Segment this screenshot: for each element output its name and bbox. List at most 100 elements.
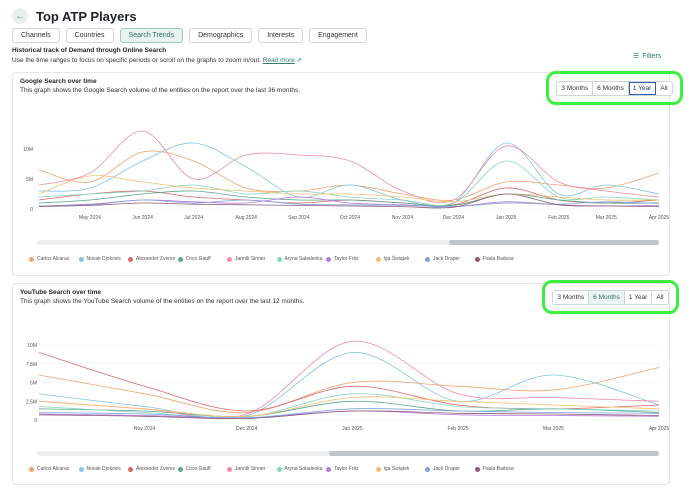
google-legend-carlos-alcaraz[interactable]: Carlos Alcaraz xyxy=(29,256,79,262)
legend-label: Paula Badosa xyxy=(482,466,514,472)
google-search-chart[interactable]: 0 5M 10M May 2024 Jun 2024 Jul 2024 Aug 2024 Se… xyxy=(13,73,671,239)
legend-label: Iga Świątek xyxy=(383,466,410,472)
youtube-search-chart[interactable]: 0 2.5M 5M 7.5M 10M Nov 2024 Dec 2024 Jan 2025 Fe… xyxy=(13,284,671,450)
youtube-series-jack-draper[interactable] xyxy=(38,408,660,419)
youtube-legend-iga-s-wia-tek[interactable]: Iga Świątek xyxy=(375,466,426,472)
google-series-carlos-alcaraz[interactable] xyxy=(38,150,660,201)
google-series-iga-s-wia-tek[interactable] xyxy=(38,175,660,203)
google-chart-scrollbar[interactable] xyxy=(37,240,659,245)
youtube-legend-jannik-sinner[interactable]: Jannik Sinner xyxy=(227,466,277,472)
google-legend-jannik-sinner[interactable]: Jannik Sinner xyxy=(227,256,277,262)
section-description-text: Use the time ranges to focus on specific… xyxy=(12,57,261,64)
x-tick-label: Dec 2024 xyxy=(443,215,465,221)
youtube-legend-carlos-alcaraz[interactable]: Carlos Alcaraz xyxy=(29,466,79,472)
legend-dot xyxy=(326,256,331,262)
legend-dot xyxy=(425,466,430,472)
legend-dot xyxy=(177,466,183,472)
youtube-scroll-thumb[interactable] xyxy=(329,451,659,456)
y-tick-label: 5M xyxy=(26,177,33,183)
legend-dot xyxy=(425,256,430,262)
youtube-legend-coco-gauff[interactable]: Coco Gauff xyxy=(177,466,228,472)
y-tick-label: 10M xyxy=(23,147,33,153)
y-tick-label: 7.5M xyxy=(26,362,37,368)
google-legend-novak-djokovic[interactable]: Novak Djokovic xyxy=(78,256,129,262)
legend-dot xyxy=(128,466,133,472)
youtube-series-alexander-zverev[interactable] xyxy=(38,352,660,412)
google-legend-aryna-sabalenka[interactable]: Aryna Sabalenka xyxy=(276,256,327,262)
x-tick-label: Mar 2025 xyxy=(543,426,564,432)
tab-interests[interactable]: Interests xyxy=(258,28,304,43)
google-legend-jack-draper[interactable]: Jack Draper xyxy=(425,256,475,262)
legend-label: Aryna Sabalenka xyxy=(284,466,323,472)
y-tick-label: 0 xyxy=(30,207,33,213)
x-tick-label: Feb 2025 xyxy=(548,215,569,221)
youtube-legend-taylor-fritz[interactable]: Taylor Fritz xyxy=(326,466,376,472)
youtube-legend-paula-badosa[interactable]: Paula Badosa xyxy=(474,466,525,472)
google-series-aryna-sabalenka[interactable] xyxy=(38,160,660,206)
x-tick-label: Apr 2025 xyxy=(649,426,670,432)
google-legend-taylor-fritz[interactable]: Taylor Fritz xyxy=(326,256,376,262)
tab-demographics[interactable]: Demographics xyxy=(189,28,253,43)
legend-dot xyxy=(78,256,84,262)
legend-dot xyxy=(227,466,232,472)
legend-dot xyxy=(375,466,381,472)
youtube-legend-jack-draper[interactable]: Jack Draper xyxy=(425,466,475,472)
filters-button[interactable]: ☰ Filters xyxy=(633,52,661,61)
legend-label: Carlos Alcaraz xyxy=(37,256,70,262)
google-legend-coco-gauff[interactable]: Coco Gauff xyxy=(177,256,228,262)
x-tick-label: Sep 2024 xyxy=(288,215,310,221)
google-legend-alexander-zverev[interactable]: Alexander Zverev xyxy=(128,256,178,262)
tab-search-trends[interactable]: Search Trends xyxy=(119,28,184,43)
legend-label: Coco Gauff xyxy=(185,466,211,472)
legend-dot xyxy=(326,466,331,472)
y-tick-label: 5M xyxy=(30,381,37,387)
legend-label: Paula Badosa xyxy=(482,256,514,262)
x-tick-label: Dec 2024 xyxy=(236,426,258,432)
google-search-card: Google Search over time This graph shows… xyxy=(12,71,683,276)
x-tick-label: Jan 2025 xyxy=(342,426,363,432)
legend-label: Coco Gauff xyxy=(185,256,211,262)
google-chart-legend: Carlos Alcaraz Novak Djokovic Alexander Zv… xyxy=(29,256,524,262)
legend-label: Taylor Fritz xyxy=(334,466,359,472)
google-legend-paula-badosa[interactable]: Paula Badosa xyxy=(474,256,525,262)
y-tick-label: 2.5M xyxy=(26,399,37,405)
legend-dot xyxy=(78,466,84,472)
google-legend-iga-s-wia-tek[interactable]: Iga Świątek xyxy=(375,256,426,262)
legend-dot xyxy=(128,256,133,262)
legend-label: Jannik Sinner xyxy=(235,466,266,472)
youtube-series-carlos-alcaraz[interactable] xyxy=(38,367,660,414)
legend-label: Alexander Zverev xyxy=(136,466,176,472)
x-tick-label: Nov 2024 xyxy=(134,426,156,432)
legend-dot xyxy=(29,466,34,472)
legend-label: Alexander Zverev xyxy=(136,256,176,262)
youtube-legend-novak-djokovic[interactable]: Novak Djokovic xyxy=(78,466,129,472)
legend-label: Novak Djokovic xyxy=(86,256,121,262)
tab-channels[interactable]: Channels xyxy=(12,28,60,43)
page-title: Top ATP Players xyxy=(36,8,137,24)
x-tick-label: Oct 2024 xyxy=(340,215,361,221)
read-more-link[interactable]: Read more xyxy=(263,57,295,64)
youtube-legend-alexander-zverev[interactable]: Alexander Zverev xyxy=(128,466,178,472)
section-description: Use the time ranges to focus on specific… xyxy=(12,57,302,64)
x-tick-label: Jul 2024 xyxy=(184,215,203,221)
youtube-chart-legend: Carlos Alcaraz Novak Djokovic Alexander Zv… xyxy=(29,466,524,472)
legend-dot xyxy=(227,256,232,262)
tab-engagement[interactable]: Engagement xyxy=(309,28,367,43)
page-header: ← Top ATP Players xyxy=(12,8,137,24)
youtube-chart-scrollbar[interactable] xyxy=(37,451,659,456)
legend-dot xyxy=(474,256,480,262)
x-tick-label: Aug 2024 xyxy=(236,215,258,221)
x-tick-label: Apr 2025 xyxy=(649,215,670,221)
back-button[interactable]: ← xyxy=(12,8,28,24)
youtube-legend-aryna-sabalenka[interactable]: Aryna Sabalenka xyxy=(276,466,327,472)
legend-dot xyxy=(177,256,183,262)
youtube-search-card: YouTube Search over time This graph show… xyxy=(12,280,679,485)
legend-dot xyxy=(276,466,282,472)
sliders-icon: ☰ xyxy=(633,53,640,60)
google-scroll-thumb[interactable] xyxy=(449,240,659,245)
arrow-left-icon: ← xyxy=(15,10,25,22)
legend-dot xyxy=(474,466,480,472)
tab-countries[interactable]: Countries xyxy=(65,28,114,43)
y-tick-label: 10M xyxy=(27,343,37,349)
legend-label: Jack Draper xyxy=(433,466,460,472)
